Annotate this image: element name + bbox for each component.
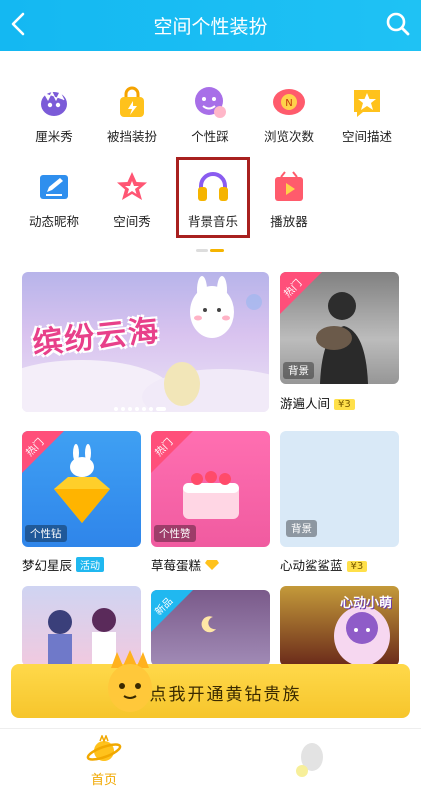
page-dot-active bbox=[210, 249, 224, 252]
card-tag: 背景 bbox=[283, 362, 314, 379]
profile-tab-icon[interactable] bbox=[290, 737, 334, 781]
feature-cm-show[interactable]: 厘米秀 bbox=[19, 84, 89, 145]
feature-footprint[interactable]: 个性踩 bbox=[175, 84, 245, 145]
card-title-row: 心动鲨鲨蓝 ¥3 bbox=[280, 555, 368, 574]
footprint-face-icon bbox=[195, 87, 226, 118]
card-title-row: 梦幻星辰 活动 bbox=[22, 555, 105, 574]
feature-label: 动态昵称 bbox=[28, 214, 79, 229]
card-title: 梦幻星辰 bbox=[22, 558, 73, 573]
price-badge: ¥3 bbox=[346, 561, 368, 572]
tab-home[interactable]: 首页 bbox=[76, 735, 132, 788]
theme-card[interactable]: 热门 个性钻 bbox=[22, 431, 141, 547]
feature-lock-bag[interactable]: 被挡装扮 bbox=[97, 84, 167, 145]
feature-space-desc[interactable]: 空间描述 bbox=[332, 84, 402, 145]
carousel-dot-active bbox=[156, 407, 166, 411]
star-flag-icon bbox=[354, 90, 380, 117]
card-title-row: 游遍人间 ¥3 bbox=[280, 393, 355, 412]
banner-card[interactable]: 缤纷云海 bbox=[22, 272, 269, 412]
feature-label: 浏览次数 bbox=[263, 129, 314, 144]
lock-bag-icon bbox=[120, 86, 144, 117]
yellow-diamond-icon bbox=[205, 560, 220, 570]
feature-label: 空间秀 bbox=[113, 214, 151, 229]
theme-card[interactable]: 热门 个性赞 bbox=[151, 431, 270, 547]
price-badge: ¥3 bbox=[334, 399, 355, 410]
search-icon[interactable] bbox=[383, 7, 413, 41]
feature-player[interactable]: 播放器 bbox=[254, 169, 324, 230]
card-tag: 个性钻 bbox=[25, 525, 67, 542]
theme-card[interactable]: 背景 bbox=[280, 431, 399, 547]
activity-badge: 活动 bbox=[76, 557, 105, 572]
feature-label: 个性踩 bbox=[191, 129, 229, 144]
carousel-dot bbox=[128, 407, 132, 411]
moon-icon bbox=[201, 616, 216, 633]
page-dot bbox=[196, 249, 208, 252]
card-title: 心动鲨鲨蓝 bbox=[280, 558, 343, 573]
space-show-star-icon bbox=[117, 172, 147, 200]
bottom-tab-bar: 首页 bbox=[0, 728, 421, 800]
carousel-dot bbox=[142, 407, 146, 411]
card-title-row: 草莓蛋糕 bbox=[151, 555, 220, 574]
carousel-dot bbox=[121, 407, 125, 411]
theme-card[interactable]: 热门 背景 bbox=[280, 272, 399, 384]
feature-label: 厘米秀 bbox=[35, 129, 73, 144]
feature-label: 被挡装扮 bbox=[106, 129, 157, 144]
top-bar: 空间个性装扮 bbox=[0, 0, 421, 51]
selection-highlight bbox=[176, 157, 250, 238]
view-count-icon: N bbox=[273, 89, 305, 115]
svg-text:N: N bbox=[285, 98, 292, 109]
feature-label: 空间描述 bbox=[341, 129, 392, 144]
feature-space-show[interactable]: 空间秀 bbox=[97, 169, 167, 230]
theme-card[interactable]: 新品 bbox=[151, 590, 270, 666]
player-icon bbox=[275, 171, 303, 201]
card-title: 游遍人间 bbox=[280, 396, 331, 411]
grid-page-indicator bbox=[196, 249, 224, 268]
home-planet-icon bbox=[86, 735, 122, 761]
feature-view-count[interactable]: N 浏览次数 bbox=[254, 84, 324, 145]
page-title: 空间个性装扮 bbox=[153, 16, 268, 38]
theme-card[interactable]: 心动小萌 bbox=[280, 586, 399, 666]
banner-carousel-dots bbox=[114, 396, 166, 412]
tab-home-label: 首页 bbox=[90, 773, 117, 788]
cm-show-icon bbox=[41, 90, 67, 116]
carousel-dot bbox=[114, 407, 118, 411]
edit-name-icon bbox=[40, 175, 68, 199]
card-title: 草莓蛋糕 bbox=[151, 558, 202, 573]
card-tag: 个性赞 bbox=[154, 525, 196, 542]
vip-promo-button[interactable]: 点我开通黄钻贵族 bbox=[11, 650, 410, 718]
carousel-dot bbox=[149, 407, 153, 411]
vip-promo-text: 点我开通黄钻贵族 bbox=[149, 685, 302, 705]
feature-edit-name[interactable]: 动态昵称 bbox=[19, 169, 89, 230]
card-logo-text: 心动小萌 bbox=[340, 596, 393, 611]
carousel-dot bbox=[135, 407, 139, 411]
card-tag: 背景 bbox=[286, 520, 317, 537]
feature-label: 播放器 bbox=[270, 214, 308, 229]
